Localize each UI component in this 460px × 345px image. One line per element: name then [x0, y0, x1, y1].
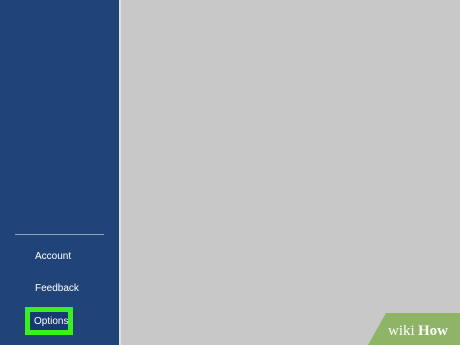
sidebar-item-options[interactable]: Options: [25, 307, 73, 335]
sidebar-item-feedback[interactable]: Feedback: [0, 283, 119, 297]
sidebar: Account Feedback Options: [0, 0, 119, 345]
wikihow-logo-icon: wiki How: [368, 313, 460, 345]
watermark-wiki-text: wiki: [388, 323, 415, 339]
sidebar-item-label: Account: [35, 251, 72, 262]
main-content-area: [121, 0, 460, 345]
sidebar-item-label: Options: [34, 316, 69, 327]
wikihow-watermark: wiki How: [368, 313, 460, 345]
sidebar-divider: [15, 234, 104, 235]
watermark-how-text: How: [418, 323, 448, 339]
sidebar-item-label: Feedback: [35, 283, 79, 294]
sidebar-item-account[interactable]: Account: [0, 251, 119, 265]
